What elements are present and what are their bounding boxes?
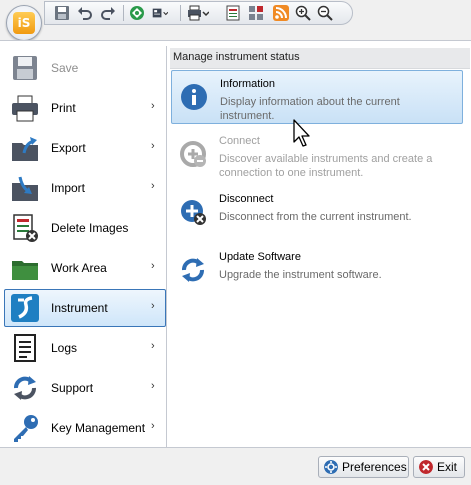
- menu-item-label: Export: [51, 141, 86, 155]
- menu-item-label: Logs: [51, 341, 78, 355]
- menu-item-import[interactable]: Import ›: [4, 169, 166, 207]
- menu-item-label: Import: [51, 181, 86, 195]
- grid-icon[interactable]: [248, 5, 264, 21]
- support-icon: [14, 376, 36, 400]
- exit-button[interactable]: Exit: [413, 456, 465, 478]
- printer-icon: [12, 95, 38, 122]
- chevron-right-icon: ›: [151, 420, 155, 432]
- menu-footer: Preferences Exit: [0, 447, 471, 485]
- application-menu-panel: Save Print › Export › Import › Delete Im…: [0, 40, 471, 448]
- menu-item-label: Support: [51, 381, 94, 395]
- menu-item-export[interactable]: Export ›: [4, 129, 166, 167]
- folder-icon: [12, 261, 38, 280]
- submenu-item-disconnect[interactable]: Disconnect Disconnect from the current i…: [171, 186, 463, 240]
- exit-icon: [419, 460, 433, 474]
- disconnect-icon: [181, 200, 206, 225]
- view-dropdown-icon[interactable]: [152, 5, 168, 21]
- quick-access-toolbar: iS: [0, 0, 471, 41]
- chevron-right-icon: ›: [151, 260, 155, 272]
- undo-icon[interactable]: [77, 5, 93, 21]
- menu-item-work-area[interactable]: Work Area ›: [4, 249, 166, 287]
- submenu-item-update-software[interactable]: Update Software Upgrade the instrument s…: [171, 244, 463, 298]
- submenu-header: Manage instrument status: [170, 48, 470, 69]
- zoom-in-icon[interactable]: [295, 5, 311, 21]
- preferences-label: Preferences: [342, 460, 407, 474]
- chevron-right-icon: ›: [151, 300, 155, 312]
- menu-item-label: Key Management: [51, 421, 146, 435]
- report-icon[interactable]: [225, 5, 241, 21]
- menu-item-label: Instrument: [51, 301, 108, 315]
- submenu-item-description: Display information about the current in…: [220, 96, 400, 122]
- instrument-icon: [11, 294, 39, 322]
- menu-item-label: Save: [51, 61, 79, 75]
- menu-item-print[interactable]: Print ›: [4, 89, 166, 127]
- exit-label: Exit: [437, 460, 458, 474]
- chevron-right-icon: ›: [151, 180, 155, 192]
- submenu-item-title: Update Software: [219, 251, 301, 263]
- export-icon: [12, 137, 38, 161]
- toolbar-separator: [123, 5, 124, 21]
- update-icon: [182, 258, 204, 282]
- chevron-right-icon: ›: [151, 340, 155, 352]
- submenu-item-information[interactable]: Information Display information about th…: [171, 70, 463, 124]
- preferences-icon: [324, 460, 338, 474]
- print-dropdown-icon[interactable]: [187, 5, 209, 21]
- menu-item-key-management[interactable]: Key Management ›: [4, 409, 166, 447]
- application-menu-list: Save Print › Export › Import › Delete Im…: [0, 46, 167, 448]
- menu-item-label: Delete Images: [51, 221, 129, 235]
- menu-item-delete-images[interactable]: Delete Images: [4, 209, 166, 247]
- submenu-item-connect[interactable]: Connect Discover available instruments a…: [171, 128, 463, 182]
- chevron-right-icon: ›: [151, 380, 155, 392]
- import-icon: [12, 176, 38, 201]
- mouse-pointer-icon: [293, 119, 310, 147]
- toolbar-separator: [180, 5, 181, 21]
- instrument-status-icon[interactable]: [129, 5, 145, 21]
- save-icon: [13, 56, 37, 80]
- application-menu-button[interactable]: iS: [6, 5, 42, 41]
- submenu-header-label: Manage instrument status: [173, 51, 300, 63]
- submenu-item-description: Disconnect from the current instrument.: [219, 211, 412, 223]
- menu-item-label: Print: [51, 101, 76, 115]
- delete-images-icon: [13, 214, 38, 242]
- rss-icon[interactable]: [273, 5, 289, 21]
- chevron-right-icon: ›: [151, 140, 155, 152]
- submenu-item-title: Disconnect: [219, 193, 274, 205]
- submenu-item-description: Upgrade the instrument software.: [219, 269, 382, 281]
- logs-icon: [14, 334, 36, 362]
- chevron-right-icon: ›: [151, 100, 155, 112]
- instrument-submenu: Manage instrument status Information Dis…: [169, 41, 471, 448]
- connect-icon: [180, 141, 206, 167]
- save-icon[interactable]: [54, 5, 70, 21]
- menu-item-logs[interactable]: Logs ›: [4, 329, 166, 367]
- menu-item-support[interactable]: Support ›: [4, 369, 166, 407]
- menu-item-instrument[interactable]: Instrument ›: [4, 289, 166, 327]
- app-logo-icon: iS: [13, 12, 35, 34]
- menu-item-label: Work Area: [51, 261, 107, 275]
- zoom-out-icon[interactable]: [317, 5, 333, 21]
- menu-item-save[interactable]: Save: [4, 49, 166, 87]
- key-icon: [14, 415, 38, 442]
- info-icon: [181, 84, 207, 110]
- preferences-button[interactable]: Preferences: [318, 456, 409, 478]
- quick-access-bar: [44, 1, 353, 25]
- redo-icon[interactable]: [100, 5, 116, 21]
- submenu-item-title: Connect: [219, 135, 260, 147]
- submenu-item-title: Information: [220, 78, 276, 90]
- submenu-item-description: Discover available instruments and creat…: [219, 153, 433, 179]
